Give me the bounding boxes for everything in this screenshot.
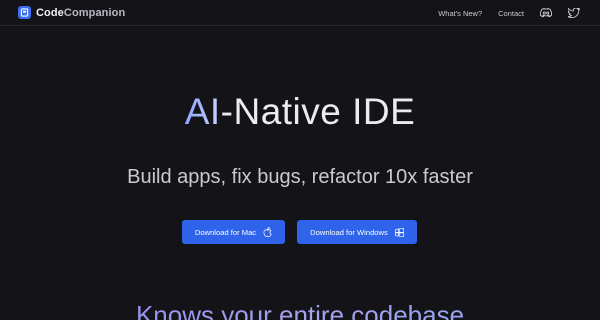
brand-name: CodeCompanion (36, 7, 125, 19)
page: CodeCompanion What's New? Contact AI-Nat… (0, 0, 600, 320)
section-heading: Knows your entire codebase (0, 299, 600, 320)
top-nav: CodeCompanion What's New? Contact (0, 0, 600, 26)
discord-icon[interactable] (540, 7, 552, 19)
hero-title: AI-Native IDE (0, 89, 600, 135)
brand-name-part2: Companion (63, 6, 126, 19)
nav-links: What's New? Contact (422, 0, 580, 26)
hero-title-accent: AI (184, 91, 221, 132)
download-windows-button[interactable]: Download for Windows (297, 220, 417, 244)
twitter-icon[interactable] (568, 7, 580, 19)
windows-icon (394, 227, 404, 237)
nav-link-contact[interactable]: Contact (498, 9, 524, 18)
hero-subtitle: Build apps, fix bugs, refactor 10x faste… (127, 166, 473, 188)
download-mac-button[interactable]: Download for Mac (182, 220, 285, 244)
nav-link-whats-new[interactable]: What's New? (438, 9, 482, 18)
brand-icon (18, 6, 31, 19)
hero-title-rest: -Native IDE (220, 91, 416, 132)
download-mac-label: Download for Mac (194, 227, 257, 237)
brand-logo-link[interactable]: CodeCompanion (18, 6, 125, 19)
apple-icon (263, 227, 272, 237)
brand-name-part1: Code (36, 6, 64, 19)
download-windows-label: Download for Windows (310, 227, 388, 237)
